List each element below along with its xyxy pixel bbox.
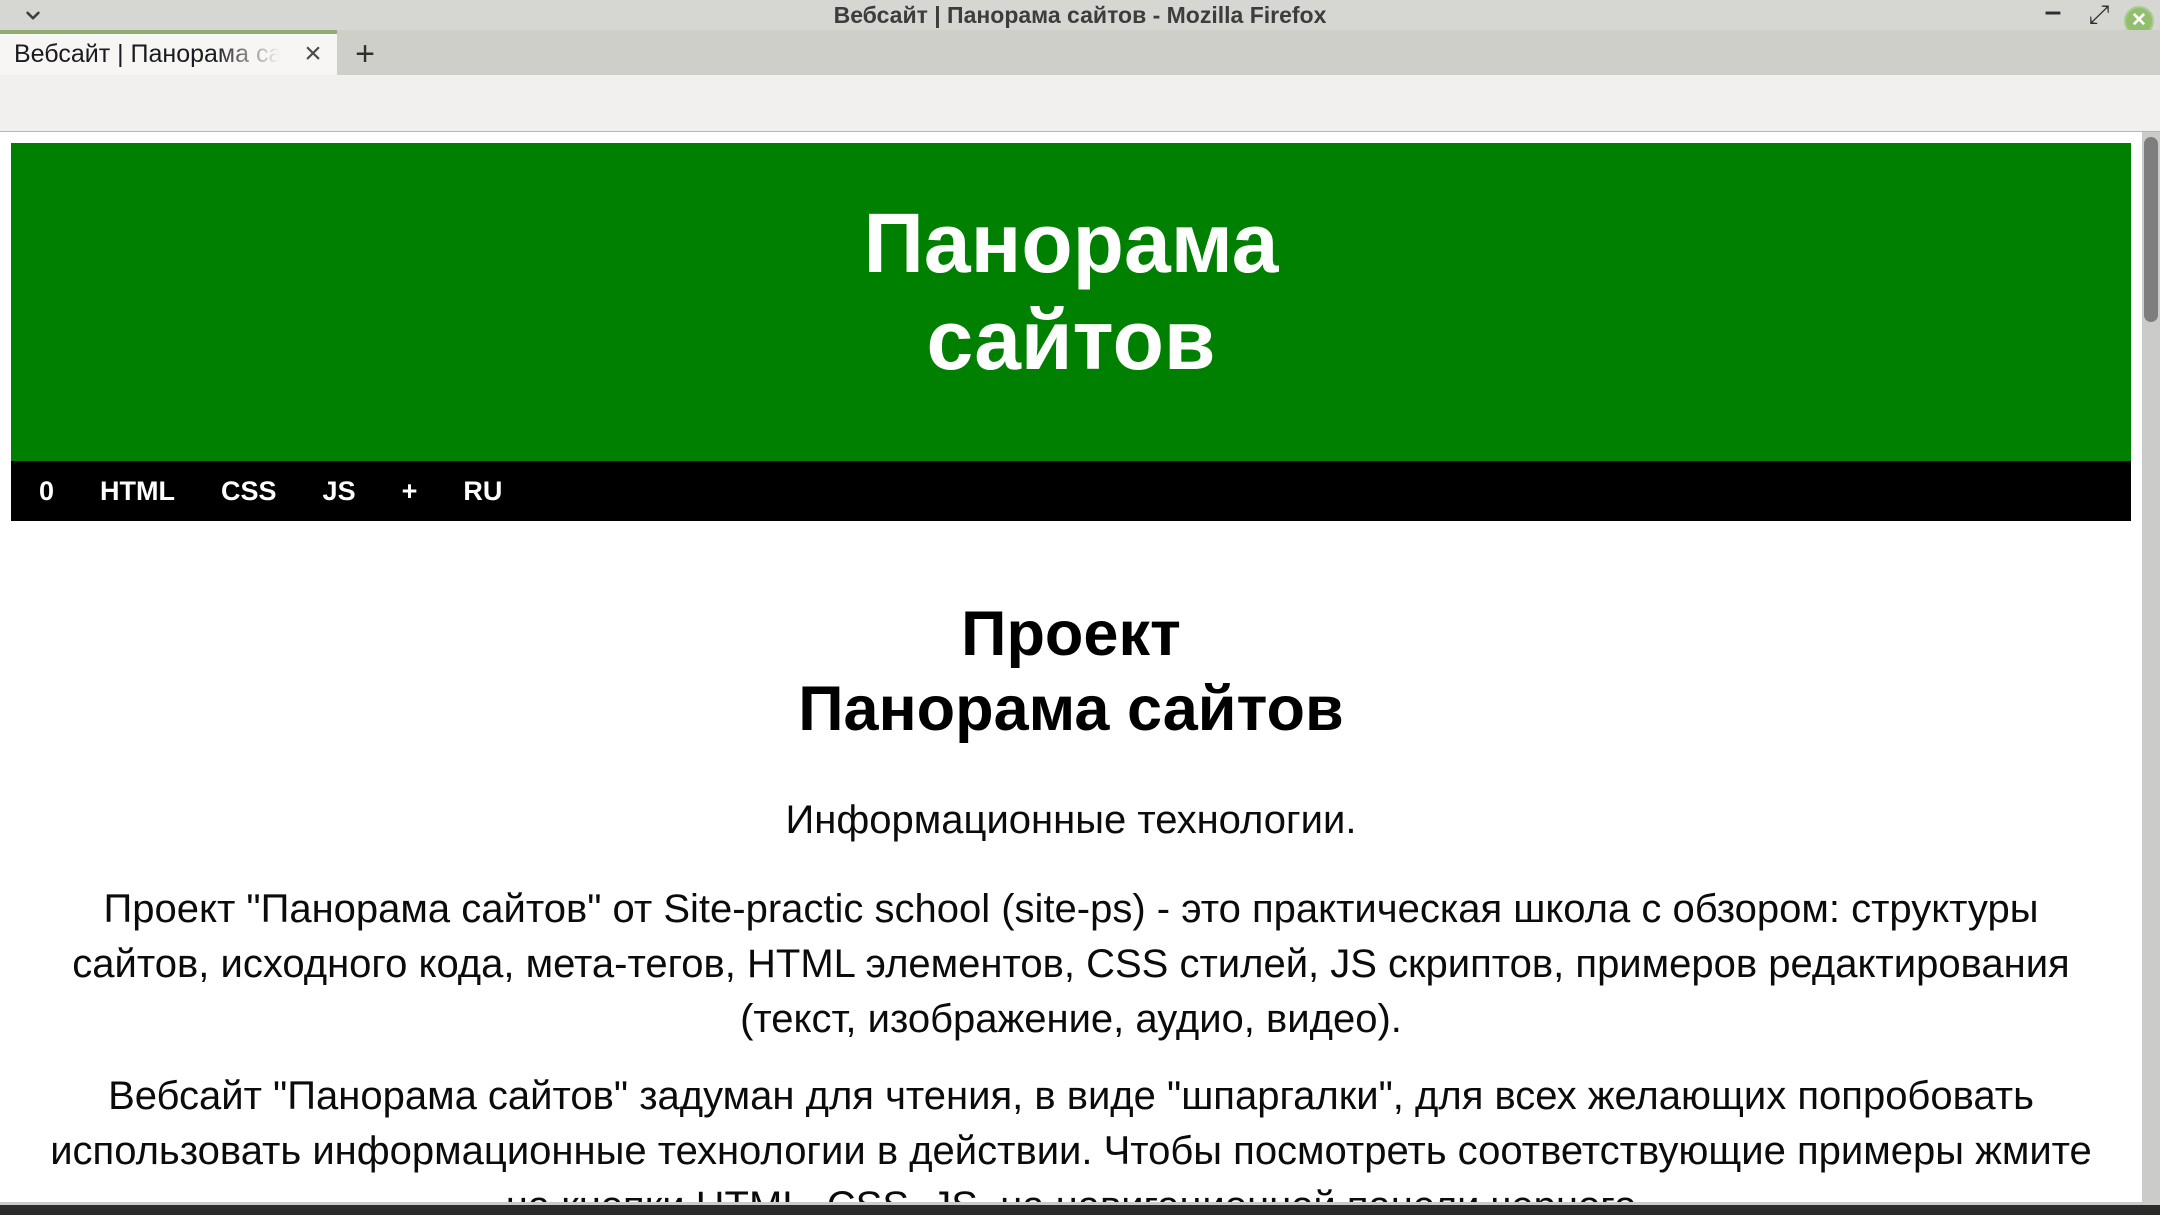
tab-active[interactable]: Вебсайт | Панорама сайтов × xyxy=(0,30,337,75)
page-viewport: Панорама сайтов 0 HTML CSS JS + RU Проек… xyxy=(0,132,2142,1203)
minimize-button[interactable]: – xyxy=(2038,0,2068,30)
site-title-line1: Панорама xyxy=(863,196,1279,290)
new-tab-button[interactable]: + xyxy=(344,34,386,75)
firefox-window: Вебсайт | Панорама сайтов - Mozilla Fire… xyxy=(0,0,2160,1215)
window-title: Вебсайт | Панорама сайтов - Mozilla Fire… xyxy=(833,2,1327,28)
site-title: Панорама сайтов xyxy=(11,143,2131,389)
page-body: Панорама сайтов 0 HTML CSS JS + RU Проек… xyxy=(0,132,2142,1203)
page-title-line2: Панорама сайтов xyxy=(798,674,1344,744)
nav-item-ru[interactable]: RU xyxy=(463,476,502,507)
nav-item-html[interactable]: HTML xyxy=(100,476,175,507)
tab-title-fade xyxy=(215,34,302,75)
nav-item-css[interactable]: CSS xyxy=(221,476,277,507)
vertical-scrollbar[interactable] xyxy=(2142,132,2160,1203)
page-subtitle: Информационные технологии. xyxy=(785,798,1357,842)
site-banner: Панорама сайтов xyxy=(11,143,2131,461)
restore-button[interactable]: ⤢ xyxy=(2084,0,2114,30)
nav-item-0[interactable]: 0 xyxy=(39,476,54,507)
site-title-line2: сайтов xyxy=(926,293,1216,387)
window-bottom-border xyxy=(0,1205,2160,1215)
tab-close-icon[interactable]: × xyxy=(297,34,329,75)
intro-paragraph: Проект "Панорама сайтов" от Site-practic… xyxy=(72,887,2070,1041)
nav-item-plus[interactable]: + xyxy=(402,476,418,507)
window-titlebar: Вебсайт | Панорама сайтов - Mozilla Fire… xyxy=(0,0,2160,36)
site-navigation: 0 HTML CSS JS + RU xyxy=(11,461,2131,521)
scrollbar-thumb[interactable] xyxy=(2144,137,2158,322)
page-title: Проект Панорама сайтов xyxy=(11,597,2131,747)
navigation-toolbar: file:///home/user/Рабочий стол/0/site-ps… xyxy=(0,75,2160,201)
description-paragraph: Вебсайт "Панорама сайтов" задуман для чт… xyxy=(50,1074,2092,1203)
tab-bar: Вебсайт | Панорама сайтов × + xyxy=(0,30,2160,75)
page-title-line1: Проект xyxy=(961,599,1181,669)
nav-item-js[interactable]: JS xyxy=(323,476,356,507)
